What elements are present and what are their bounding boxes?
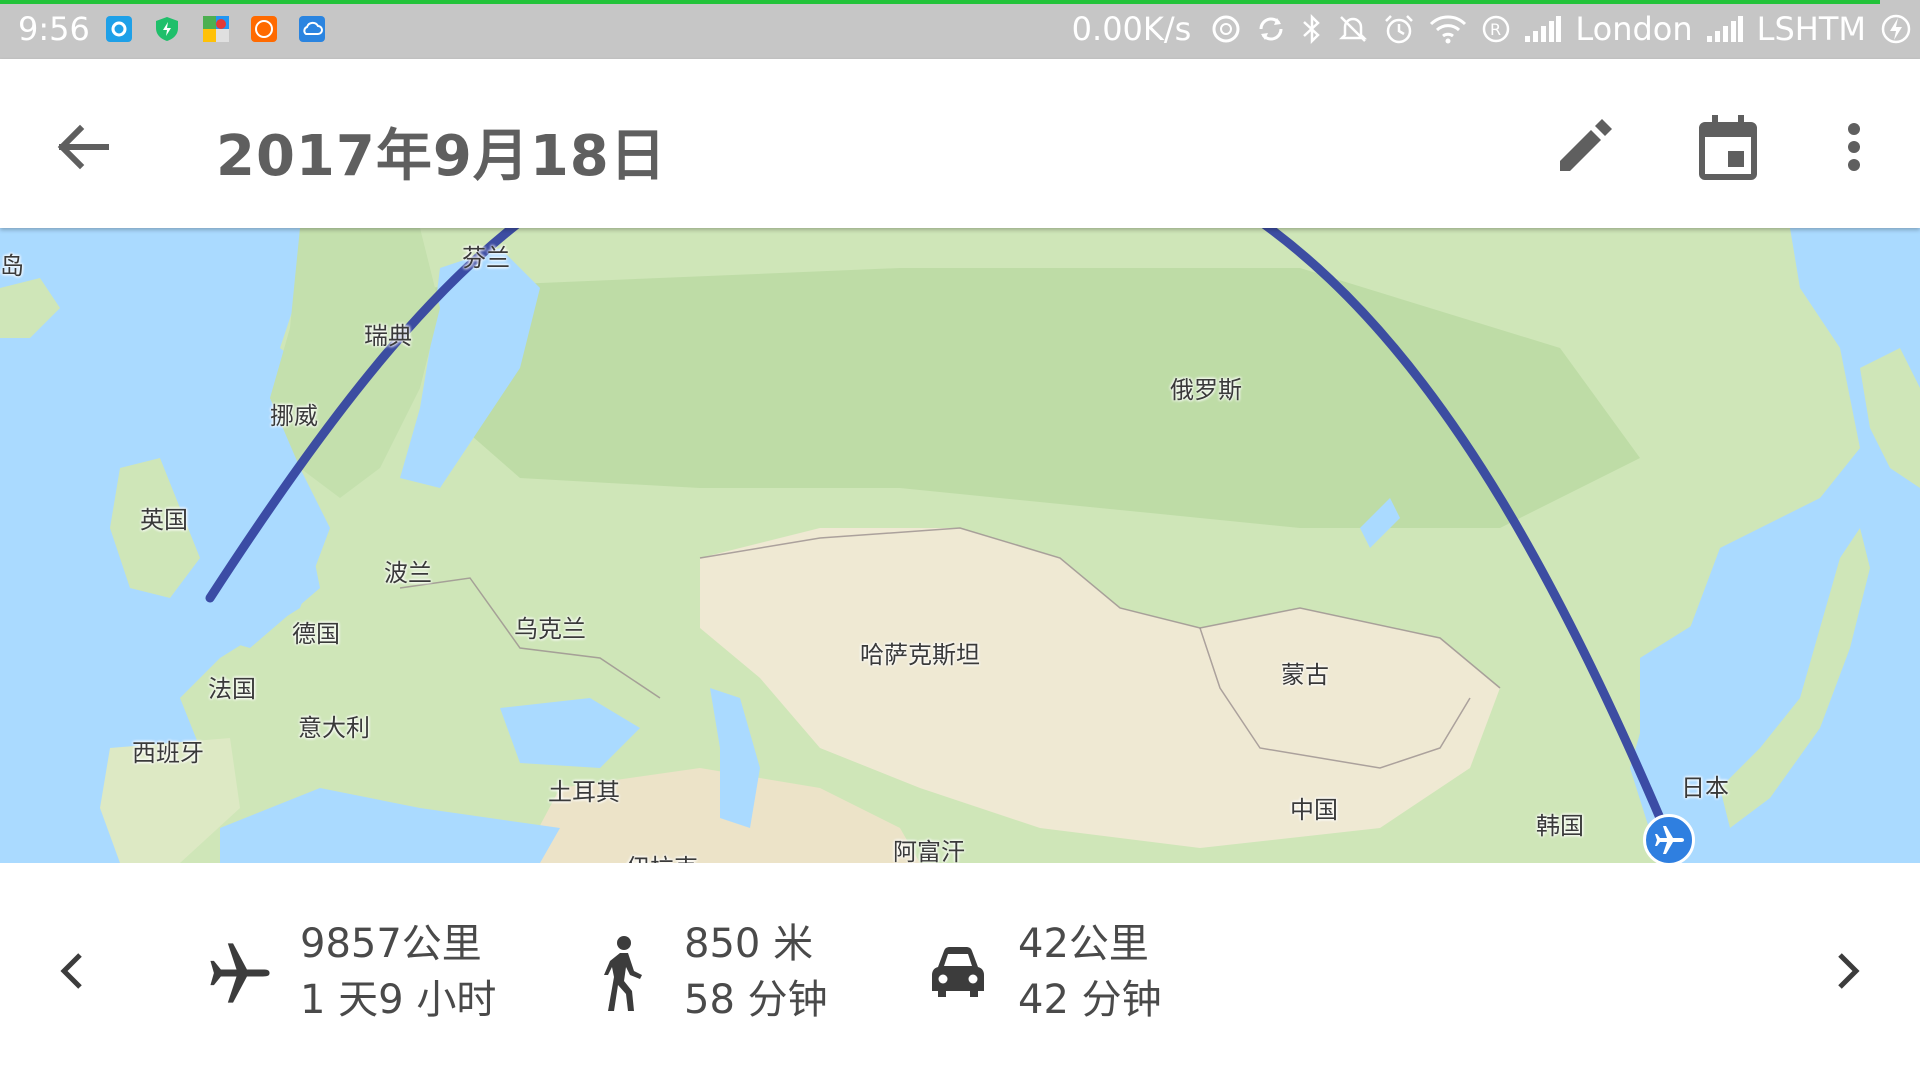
map-label-kazakhstan: 哈萨克斯坦 [860,641,980,669]
flight-summary [200,933,280,1013]
svg-text:R: R [1490,20,1501,39]
alarm-icon [1385,15,1414,44]
map-terrain [0,228,1920,863]
walking-duration: 58 分钟 [684,977,828,1023]
map-label-norway: 挪威 [270,402,318,430]
map-label-france: 法国 [208,675,256,703]
carrier-2: LSHTM [1756,10,1866,48]
mi-icon [251,16,277,42]
map-label-turkey: 土耳其 [548,778,620,806]
walking-distance: 850 米 [684,921,814,967]
map-label-russia: 俄罗斯 [1170,376,1242,404]
calendar-icon [1699,115,1757,180]
airplane-icon [1655,826,1684,854]
app-bar: 2017年9月18日 [0,59,1920,228]
driving-distance: 42公里 [1018,921,1149,967]
timeline-map[interactable]: 冰岛 芬兰 瑞典 挪威 英国 波兰 德国 乌克兰 法国 意大利 西班牙 土耳其 … [0,228,1920,863]
map-label-iran: 伊拉克 [626,848,698,863]
map-label-finland: 芬兰 [462,244,510,272]
walking-summary [590,931,650,1015]
back-button[interactable] [40,104,126,190]
map-label-afghanistan: 阿富汗 [893,838,965,863]
signal-icon [1706,16,1743,42]
maps-icon [203,16,229,42]
map-label-poland: 波兰 [384,559,432,587]
flight-distance: 9857公里 [300,921,482,967]
back-arrow-icon [57,124,109,170]
map-label-sweden: 瑞典 [364,322,412,350]
signal-icon [1525,16,1562,42]
status-accent-line [0,0,1880,4]
map-label-germany: 德国 [292,620,340,648]
map-label-italy: 意大利 [298,714,370,742]
map-label-spain: 西班牙 [132,739,204,767]
chevron-right-icon [1838,953,1860,989]
car-icon [932,947,984,997]
walking-icon [604,936,642,1011]
chevron-left-icon [60,953,82,989]
previous-day-button[interactable] [48,943,98,999]
cloud-icon [299,16,325,42]
map-label-mongolia: 蒙古 [1281,661,1329,689]
flight-duration: 1 天9 小时 [300,977,497,1023]
mute-icon [1339,16,1368,42]
airport-marker[interactable] [1643,814,1695,863]
map-label-ukraine: 乌克兰 [514,615,586,643]
net-speed: 0.00K/s [1071,10,1192,48]
roaming-icon: R [1483,15,1510,43]
airplane-icon [210,943,270,1003]
nfc-icon [1212,15,1240,43]
status-time: 9:56 [18,10,90,48]
carrier-1: London [1575,10,1693,48]
page-title: 2017年9月18日 [216,124,667,189]
calendar-button[interactable] [1690,109,1766,185]
driving-summary [928,939,988,1003]
wifi-icon [1430,15,1467,44]
charging-icon [1881,14,1911,44]
shield-icon [154,16,180,42]
more-vert-icon [1848,123,1860,171]
map-label-japan: 日本 [1681,774,1729,802]
driving-duration: 42 分钟 [1018,977,1162,1023]
map-label-iceland: 冰岛 [0,252,24,280]
bluetooth-icon [1303,13,1321,45]
edit-pencil-icon [1560,119,1612,171]
map-label-korea: 韩国 [1536,812,1584,840]
edit-button[interactable] [1546,109,1622,185]
day-summary: 9857公里 1 天9 小时 850 米 58 分钟 42公里 42 分钟 [0,863,1920,1080]
next-day-button[interactable] [1822,943,1872,999]
map-label-china: 中国 [1290,796,1338,824]
status-bar: 9:56 0.00K/s R London LSHTM [0,0,1920,59]
more-options-button[interactable] [1824,109,1884,185]
sync-icon [1259,17,1283,41]
bike-app-icon [106,16,132,42]
map-label-uk: 英国 [140,506,188,534]
status-right-group: 0.00K/s R London LSHTM [1072,9,1912,49]
